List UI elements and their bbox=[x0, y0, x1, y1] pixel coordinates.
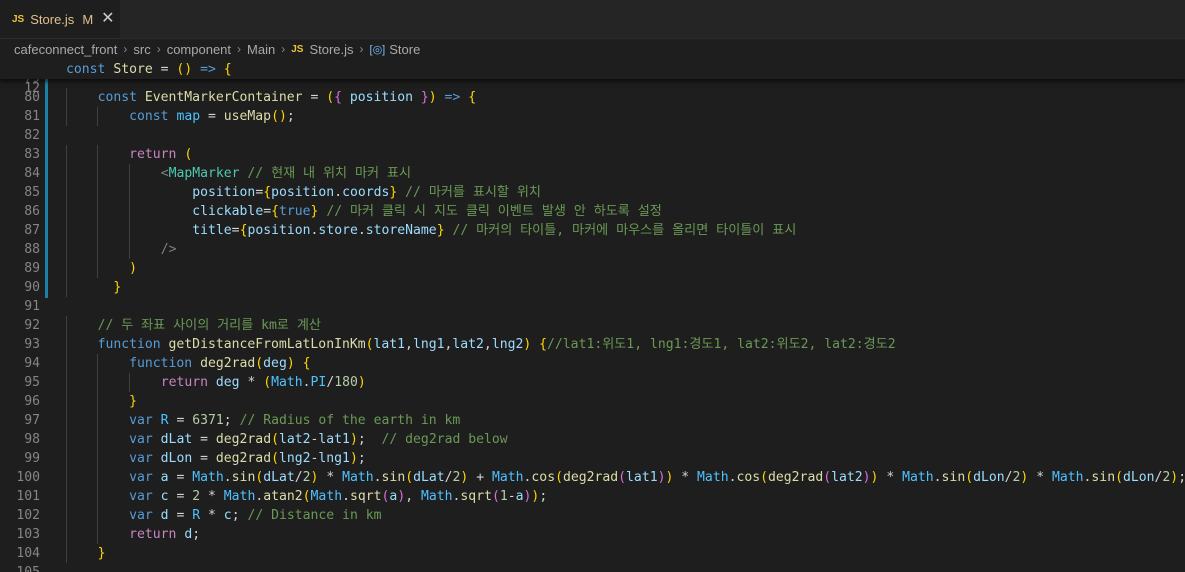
code-text: position={position.coords} // 마커를 표시할 위치 bbox=[192, 185, 541, 200]
code-line[interactable]: 81 const map = useMap(); bbox=[0, 107, 1185, 126]
chevron-right-icon: › bbox=[156, 42, 161, 56]
chevron-right-icon: › bbox=[123, 42, 128, 56]
code-text: return d; bbox=[129, 527, 201, 542]
code-text: /> bbox=[160, 242, 177, 257]
breadcrumb-item-src[interactable]: src bbox=[133, 42, 150, 57]
line-number: 86 bbox=[24, 204, 40, 219]
line-number: 100 bbox=[16, 470, 40, 485]
tab-filename: Store.js bbox=[30, 11, 75, 27]
breadcrumb-item-cafeconnect-front[interactable]: cafeconnect_front bbox=[14, 42, 117, 57]
code-text: title={position.store.storeName} // 마커의 … bbox=[192, 223, 797, 238]
code-line[interactable]: 103 return d; bbox=[0, 525, 1185, 544]
code-line[interactable]: 97 var R = 6371; // Radius of the earth … bbox=[0, 411, 1185, 430]
line-number: 91 bbox=[24, 299, 40, 314]
code-line[interactable]: 102 var d = R * c; // Distance in km bbox=[0, 506, 1185, 525]
breadcrumb-item-file[interactable]: Store.js bbox=[309, 42, 353, 57]
code-line[interactable]: 104 } bbox=[0, 544, 1185, 563]
code-line[interactable]: 92 // 두 좌표 사이의 거리를 km로 계산 bbox=[0, 316, 1185, 335]
code-text: var d = R * c; // Distance in km bbox=[129, 508, 382, 523]
line-number: 104 bbox=[16, 546, 40, 561]
chevron-right-icon: › bbox=[359, 42, 364, 56]
code-text: } bbox=[129, 394, 138, 409]
code-line[interactable]: 80 const EventMarkerContainer = ({ posit… bbox=[0, 88, 1185, 107]
breadcrumb-item-component[interactable]: component bbox=[167, 42, 231, 57]
editor-tab-bar: JS Store.js M ✕ bbox=[0, 0, 1185, 39]
javascript-file-icon: JS bbox=[12, 13, 25, 25]
code-text: } bbox=[97, 546, 106, 561]
line-number: 95 bbox=[24, 375, 40, 390]
code-line[interactable]: 94 function deg2rad(deg) { bbox=[0, 354, 1185, 373]
code-line[interactable]: 101 var c = 2 * Math.atan2(Math.sqrt(a),… bbox=[0, 487, 1185, 506]
code-editor[interactable]: 7980 const EventMarkerContainer = ({ pos… bbox=[0, 79, 1185, 572]
code-line[interactable]: 99 var dLon = deg2rad(lng2-lng1); bbox=[0, 449, 1185, 468]
code-line[interactable]: 83 return ( bbox=[0, 145, 1185, 164]
code-text: clickable={true} // 마커 클릭 시 지도 클릭 이벤트 발생… bbox=[192, 204, 662, 219]
breadcrumb: cafeconnect_front › src › component › Ma… bbox=[0, 38, 1185, 60]
tab-store-js[interactable]: JS Store.js M ✕ bbox=[0, 0, 120, 38]
line-number: 94 bbox=[24, 356, 40, 371]
code-text: const EventMarkerContainer = ({ position… bbox=[97, 90, 477, 105]
modified-status-badge: M bbox=[82, 11, 94, 27]
sticky-code-line: const Store = () => { bbox=[66, 62, 232, 77]
code-text: function getDistanceFromLatLonInKm(lat1,… bbox=[97, 337, 896, 352]
code-text: // 두 좌표 사이의 거리를 km로 계산 bbox=[97, 318, 321, 333]
code-line[interactable]: 89 ) bbox=[0, 259, 1185, 278]
line-number: 87 bbox=[24, 223, 40, 238]
line-number: 90 bbox=[24, 280, 40, 295]
code-line[interactable]: 95 return deg * (Math.PI/180) bbox=[0, 373, 1185, 392]
line-number: 83 bbox=[24, 147, 40, 162]
line-number: 99 bbox=[24, 451, 40, 466]
code-text: return deg * (Math.PI/180) bbox=[160, 375, 366, 390]
code-text: } bbox=[113, 280, 122, 295]
line-number: 89 bbox=[24, 261, 40, 276]
chevron-right-icon: › bbox=[237, 42, 242, 56]
javascript-file-icon: JS bbox=[291, 43, 304, 55]
breadcrumb-item-symbol[interactable]: Store bbox=[389, 42, 420, 57]
code-text: const map = useMap(); bbox=[129, 109, 295, 124]
code-line[interactable]: 90 } bbox=[0, 278, 1185, 297]
line-number: 84 bbox=[24, 166, 40, 181]
line-number: 92 bbox=[24, 318, 40, 333]
line-number: 93 bbox=[24, 337, 40, 352]
line-number: 96 bbox=[24, 394, 40, 409]
sticky-scroll-line[interactable]: 12 const Store = () => { bbox=[0, 60, 1185, 96]
line-number: 88 bbox=[24, 242, 40, 257]
code-line[interactable]: 84 <MapMarker // 현재 내 위치 마커 표시 bbox=[0, 164, 1185, 183]
code-line[interactable]: 96 } bbox=[0, 392, 1185, 411]
code-text: function deg2rad(deg) { bbox=[129, 356, 311, 371]
code-line[interactable]: 91 bbox=[0, 297, 1185, 316]
code-text: return ( bbox=[129, 147, 193, 162]
code-text: var a = Math.sin(dLat/2) * Math.sin(dLat… bbox=[129, 470, 1185, 485]
close-icon[interactable]: ✕ bbox=[101, 11, 114, 27]
line-number: 85 bbox=[24, 185, 40, 200]
code-line[interactable]: 100 var a = Math.sin(dLat/2) * Math.sin(… bbox=[0, 468, 1185, 487]
code-line[interactable]: 85 position={position.coords} // 마커를 표시할… bbox=[0, 183, 1185, 202]
line-number: 12 bbox=[24, 81, 40, 96]
symbol-variable-icon: [◎] bbox=[369, 43, 386, 56]
line-number: 101 bbox=[16, 489, 40, 504]
code-line[interactable]: 98 var dLat = deg2rad(lat2-lat1); // deg… bbox=[0, 430, 1185, 449]
line-number: 105 bbox=[0, 563, 40, 572]
line-number: 102 bbox=[16, 508, 40, 523]
chevron-right-icon: › bbox=[281, 42, 286, 56]
code-line[interactable]: 86 clickable={true} // 마커 클릭 시 지도 클릭 이벤트… bbox=[0, 202, 1185, 221]
line-number: 98 bbox=[24, 432, 40, 447]
code-text: var c = 2 * Math.atan2(Math.sqrt(a), Mat… bbox=[129, 489, 548, 504]
code-line[interactable]: 88 /> bbox=[0, 240, 1185, 259]
code-line[interactable]: 105 bbox=[0, 563, 1185, 572]
code-text: var dLat = deg2rad(lat2-lat1); // deg2ra… bbox=[129, 432, 508, 447]
code-line[interactable]: 79 bbox=[0, 79, 1185, 88]
code-text: var dLon = deg2rad(lng2-lng1); bbox=[129, 451, 366, 466]
code-line[interactable]: 82 bbox=[0, 126, 1185, 145]
line-number: 103 bbox=[16, 527, 40, 542]
line-number: 97 bbox=[24, 413, 40, 428]
code-line[interactable]: 87 title={position.store.storeName} // 마… bbox=[0, 221, 1185, 240]
breadcrumb-item-main[interactable]: Main bbox=[247, 42, 275, 57]
code-text: var R = 6371; // Radius of the earth in … bbox=[129, 413, 461, 428]
code-text: <MapMarker // 현재 내 위치 마커 표시 bbox=[160, 166, 412, 181]
code-line[interactable]: 93 function getDistanceFromLatLonInKm(la… bbox=[0, 335, 1185, 354]
code-text: ) bbox=[129, 261, 138, 276]
